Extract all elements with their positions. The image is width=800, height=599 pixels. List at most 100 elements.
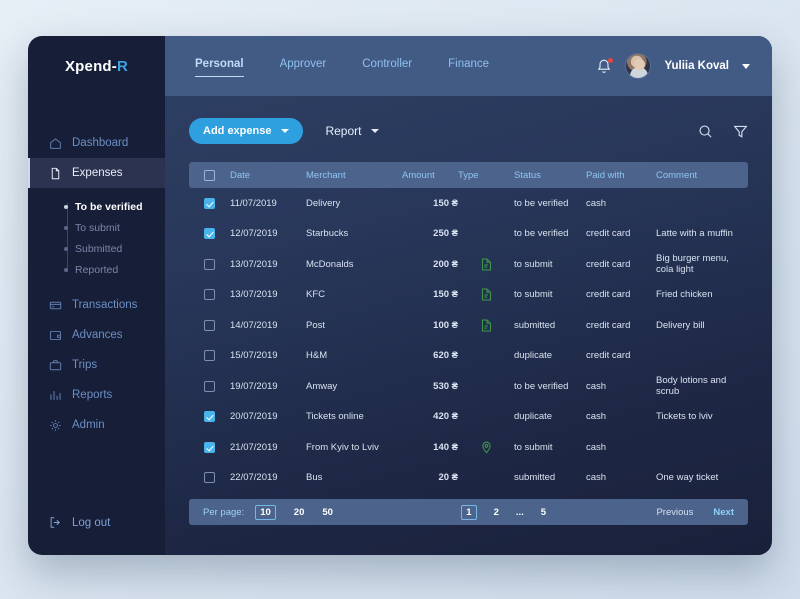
per-page-option-10[interactable]: 10 <box>255 504 276 520</box>
cell-merchant: H&M <box>306 350 328 362</box>
submenu-item-to-submit[interactable]: To submit <box>64 217 165 238</box>
per-page-option-20[interactable]: 20 <box>294 507 305 518</box>
select-all-cell <box>204 169 230 181</box>
cell-type <box>458 441 514 454</box>
previous-page-button[interactable]: Previous <box>656 507 693 518</box>
avatar[interactable] <box>625 53 652 79</box>
chevron-down-icon <box>281 129 290 133</box>
table-row[interactable]: 13/07/2019 McDonalds 200 ₴ to submit credit … <box>189 249 748 280</box>
submenu-item-to-be-verified[interactable]: To be verified <box>64 196 165 217</box>
notifications-button[interactable] <box>596 57 614 75</box>
column-header-status[interactable]: Status <box>514 170 586 181</box>
table-row[interactable]: 12/07/2019 Starbucks 250 ₴ to be verified cr… <box>189 219 748 250</box>
submenu-item-submitted[interactable]: Submitted <box>64 238 165 259</box>
select-all-checkbox[interactable] <box>204 169 215 181</box>
table-row[interactable]: 14/07/2019 Post 100 ₴ submitted credit card D… <box>189 310 748 341</box>
cell-comment: Fried chicken <box>656 289 713 301</box>
page-numbers: 1 2 ... 5 <box>461 504 546 520</box>
tab-label: Approver <box>279 58 327 70</box>
tab-controller[interactable]: Controller <box>362 58 412 74</box>
row-checkbox[interactable] <box>204 197 215 209</box>
tab-personal[interactable]: Personal <box>195 58 244 77</box>
chevron-down-icon[interactable] <box>742 63 750 69</box>
column-header-amount[interactable]: Amount <box>394 170 458 181</box>
cell-date: 11/07/2019 <box>230 197 277 209</box>
logout-button[interactable]: Log out <box>28 516 165 529</box>
page-number-1[interactable]: 1 <box>461 504 477 520</box>
column-header-comment[interactable]: Comment <box>656 170 748 181</box>
row-checkbox[interactable] <box>204 472 215 484</box>
column-header-merchant[interactable]: Merchant <box>306 170 394 181</box>
sidebar-item-dashboard[interactable]: Dashboard <box>28 128 165 158</box>
column-header-type[interactable]: Type <box>458 170 514 181</box>
tab-label: Finance <box>448 58 490 70</box>
cell-paid-with: cash <box>586 472 607 484</box>
gear-icon <box>50 419 61 431</box>
tab-finance[interactable]: Finance <box>448 58 489 74</box>
submenu-item-reported[interactable]: Reported <box>64 259 165 280</box>
row-select-cell <box>204 228 230 240</box>
next-page-button[interactable]: Next <box>713 507 734 518</box>
receipt-icon <box>481 288 491 301</box>
sidebar-item-reports[interactable]: Reports <box>28 380 165 410</box>
row-select-cell <box>204 197 230 209</box>
sidebar-item-expenses[interactable]: Expenses <box>28 158 165 188</box>
sidebar-item-advances[interactable]: Advances <box>28 320 165 350</box>
search-icon[interactable] <box>698 124 713 139</box>
table-row[interactable]: 19/07/2019 Amway 530 ₴ to be verified cash Bo… <box>189 371 748 402</box>
column-header-date[interactable]: Date <box>230 170 306 181</box>
toolbar-right <box>698 124 748 139</box>
row-checkbox[interactable] <box>204 289 215 301</box>
cell-comment: One way ticket <box>656 472 719 484</box>
cell-merchant: Post <box>306 319 326 331</box>
sidebar-item-label: Trips <box>72 359 98 371</box>
cell-merchant: KFC <box>306 289 325 301</box>
table-row[interactable]: 21/07/2019 From Kyiv to Lviv 140 ₴ to submi… <box>189 432 748 463</box>
cell-amount: 250 ₴ <box>433 228 458 240</box>
table-row[interactable]: 15/07/2019 H&M 620 ₴ duplicate credit card <box>189 341 748 372</box>
row-select-cell <box>204 411 230 423</box>
topbar-right: Yuliia Koval <box>596 53 750 79</box>
table-row[interactable]: 22/07/2019 Bus 20 ₴ submitted cash One way ti… <box>189 463 748 494</box>
table-row[interactable]: 13/07/2019 KFC 150 ₴ to submit credit card Fr… <box>189 280 748 311</box>
sidebar-item-transactions[interactable]: Transactions <box>28 290 165 320</box>
cell-date: 19/07/2019 <box>230 380 278 392</box>
cell-paid-with: credit card <box>586 319 631 331</box>
add-expense-button[interactable]: Add expense <box>189 118 304 144</box>
cell-amount: 100 ₴ <box>433 319 458 331</box>
brand-logo: Xpend- R <box>28 36 165 96</box>
cell-merchant: Delivery <box>306 197 341 209</box>
cell-status: to submit <box>514 441 553 453</box>
filter-icon[interactable] <box>733 124 748 139</box>
cell-date: 13/07/2019 <box>230 258 278 270</box>
brand-name: Xpend- <box>64 57 117 75</box>
row-checkbox[interactable] <box>204 319 215 331</box>
column-header-paid-with[interactable]: Paid with <box>586 170 656 181</box>
sidebar-item-admin[interactable]: Admin <box>28 410 165 440</box>
row-checkbox[interactable] <box>204 258 215 270</box>
pagination-nav: Previous Next <box>656 507 734 518</box>
topbar: Personal Approver Controller Finance Yul… <box>165 36 772 96</box>
cell-comment: Big burger menu, cola light <box>656 253 729 276</box>
submenu-item-label: To submit <box>75 221 120 234</box>
row-checkbox[interactable] <box>204 380 215 392</box>
page-number-5[interactable]: 5 <box>541 507 546 518</box>
tab-approver[interactable]: Approver <box>280 58 327 74</box>
table-row[interactable]: 11/07/2019 Delivery 150 ₴ to be verified cas… <box>189 188 748 219</box>
page-number-2[interactable]: 2 <box>494 507 499 518</box>
cell-merchant: McDonalds <box>306 258 354 270</box>
cell-status: to submit <box>514 289 553 301</box>
sidebar-item-trips[interactable]: Trips <box>28 350 165 380</box>
row-checkbox[interactable] <box>204 411 215 423</box>
submenu-item-label: To be verified <box>75 200 143 213</box>
per-page-option-50[interactable]: 50 <box>322 507 333 518</box>
row-checkbox[interactable] <box>204 350 215 362</box>
row-select-cell <box>204 441 230 453</box>
cell-status: submitted <box>514 319 556 331</box>
report-button[interactable]: Report <box>325 124 379 138</box>
cell-amount: 200 ₴ <box>433 258 458 270</box>
table-row[interactable]: 20/07/2019 Tickets online 420 ₴ duplicate ca… <box>189 402 748 433</box>
cell-paid-with: credit card <box>586 228 631 240</box>
row-checkbox[interactable] <box>204 228 215 240</box>
row-checkbox[interactable] <box>204 441 215 453</box>
